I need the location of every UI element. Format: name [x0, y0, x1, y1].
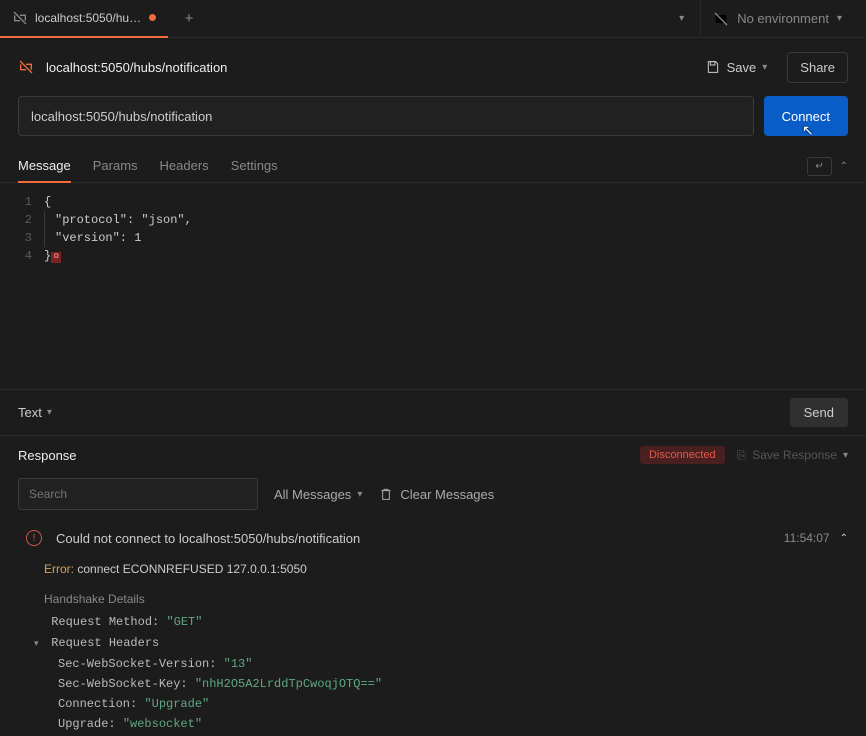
error-text: connect ECONNREFUSED 127.0.0.1:5050: [77, 562, 306, 576]
message-time: 11:54:07: [784, 531, 830, 545]
tab-message[interactable]: Message: [18, 150, 71, 183]
send-button[interactable]: Send: [790, 398, 848, 427]
tab-settings[interactable]: Settings: [231, 150, 278, 183]
triangle-down-icon: ▾: [34, 634, 44, 654]
save-button[interactable]: Save ▾: [693, 52, 780, 82]
message-text: Could not connect to localhost:5050/hubs…: [56, 531, 360, 546]
status-badge: Disconnected: [640, 446, 725, 464]
chevron-up-icon[interactable]: ⌃: [840, 533, 848, 544]
clear-messages-button[interactable]: Clear Messages: [378, 486, 494, 502]
response-title: Response: [18, 448, 77, 463]
message-filter-dropdown[interactable]: All Messages ▾: [274, 487, 362, 502]
body-type-selector[interactable]: Text ▾: [18, 405, 52, 420]
share-label: Share: [800, 60, 835, 75]
environment-selector[interactable]: No environment ▾: [700, 0, 854, 38]
save-response-icon: ⎘: [737, 448, 747, 463]
no-environment-icon: [713, 11, 729, 27]
message-editor[interactable]: 1234 { "protocol": "json", "version": 1 …: [0, 183, 866, 389]
share-button[interactable]: Share: [787, 52, 848, 83]
tab-headers[interactable]: Headers: [160, 150, 209, 183]
connect-label: Connect: [782, 109, 830, 124]
page-title: localhost:5050/hubs/notification: [46, 60, 227, 75]
websocket-icon: [12, 10, 28, 26]
save-response-label: Save Response: [752, 448, 837, 462]
chevron-down-icon: ▾: [843, 450, 848, 461]
tab-request[interactable]: localhost:5050/hubs/no: [0, 0, 168, 38]
add-tab-button[interactable]: +: [174, 4, 204, 34]
body-type-label: Text: [18, 405, 42, 420]
error-label: Error:: [44, 562, 74, 576]
handshake-title: Handshake Details: [18, 582, 848, 612]
tab-label: localhost:5050/hubs/no: [35, 11, 142, 25]
save-icon: [705, 59, 721, 75]
tab-overflow-dropdown[interactable]: ▾: [669, 13, 694, 24]
save-response-button: ⎘ Save Response ▾: [737, 448, 848, 463]
line-gutter: 1234: [0, 193, 44, 379]
unsaved-dot-icon: [149, 14, 156, 21]
message-row[interactable]: ! Could not connect to localhost:5050/hu…: [18, 520, 848, 556]
collapse-toggle[interactable]: ⌃: [840, 161, 848, 172]
chevron-down-icon: ▾: [357, 489, 362, 500]
chevron-down-icon: ▾: [47, 407, 52, 418]
trash-icon: [378, 486, 394, 502]
url-input[interactable]: [18, 96, 754, 136]
save-label: Save: [727, 60, 757, 75]
line-wrap-toggle[interactable]: ↵: [807, 157, 831, 176]
chevron-down-icon: ▾: [762, 62, 767, 73]
request-headers-toggle[interactable]: ▾ Request Headers: [34, 633, 848, 654]
clear-messages-label: Clear Messages: [400, 487, 494, 502]
connect-button[interactable]: Connect: [764, 96, 848, 136]
environment-label: No environment: [737, 11, 829, 26]
chevron-down-icon: ▾: [837, 13, 842, 24]
search-input[interactable]: [18, 478, 258, 510]
tab-params[interactable]: Params: [93, 150, 138, 183]
websocket-icon: [18, 59, 34, 75]
code-content[interactable]: { "protocol": "json", "version": 1 }¤: [44, 193, 866, 379]
message-filter-label: All Messages: [274, 487, 351, 502]
error-icon: !: [26, 530, 42, 546]
handshake-details: ▾ Request Method: "GET" ▾ Request Header…: [18, 612, 848, 734]
